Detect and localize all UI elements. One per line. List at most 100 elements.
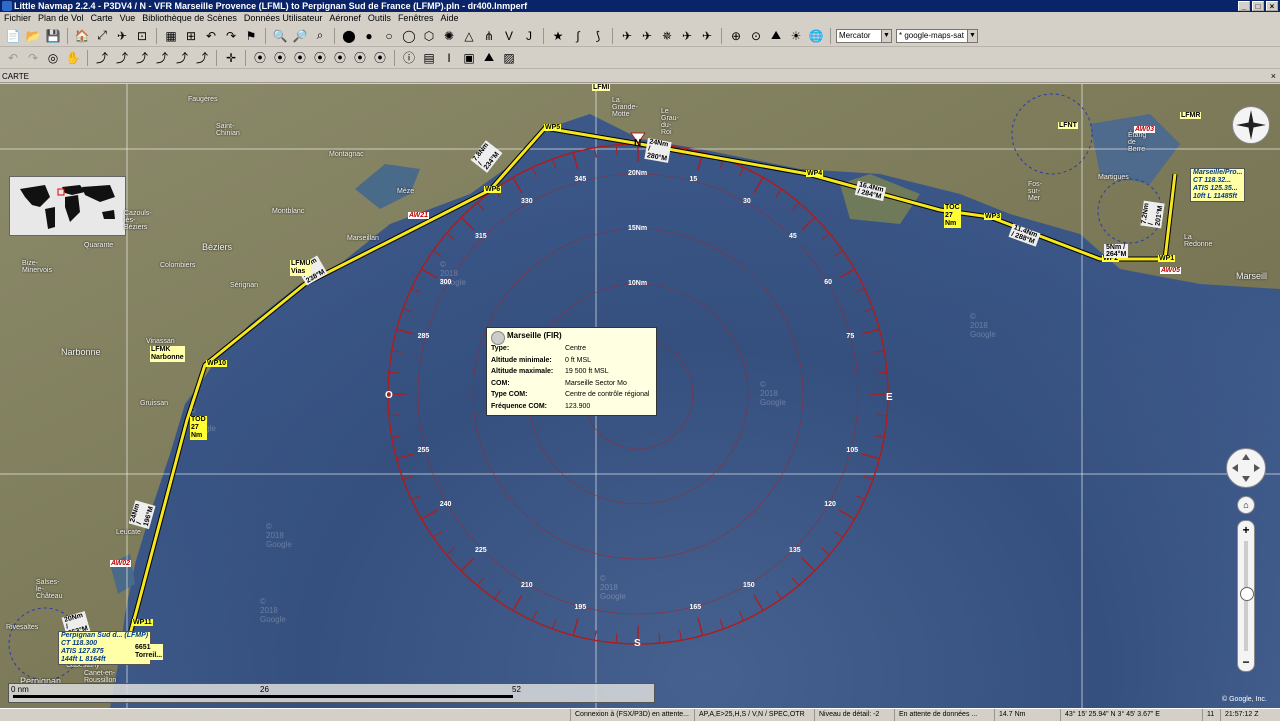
map-compass-icon[interactable] — [1232, 106, 1270, 144]
center-aircraft-icon[interactable]: ✈ — [113, 27, 131, 45]
route-delete-icon[interactable]: ⤴ — [153, 49, 171, 67]
aircraft-icon[interactable]: ✈ — [618, 27, 636, 45]
zoom-knob[interactable] — [1240, 587, 1254, 601]
maximize-button[interactable]: □ — [1252, 1, 1264, 11]
back-icon[interactable]: ↶ — [4, 49, 22, 67]
route-calc-icon[interactable]: ⤴ — [193, 49, 211, 67]
menu-help[interactable]: Aide — [440, 12, 458, 25]
airport-label[interactable]: LFMR — [1180, 112, 1202, 119]
zoom-out-icon[interactable]: − — [1238, 655, 1254, 669]
waypoint-label[interactable]: WP3 — [984, 213, 1002, 220]
search-user-icon[interactable]: ⦿ — [311, 49, 329, 67]
search-nav-icon[interactable]: ⦿ — [271, 49, 289, 67]
projection-select[interactable]: Mercator ▼ — [836, 28, 892, 43]
route-edit-icon[interactable]: ⤴ — [93, 49, 111, 67]
airport-filter-icon[interactable]: ⊞ — [182, 27, 200, 45]
globe-icon[interactable]: 🌐 — [807, 27, 825, 45]
route-insert-icon[interactable]: ⤴ — [133, 49, 151, 67]
search-online-icon[interactable]: ⦿ — [351, 49, 369, 67]
close-icon[interactable]: × — [1271, 70, 1276, 83]
legend-icon[interactable]: ▣ — [460, 49, 478, 67]
menu-map[interactable]: Carte — [91, 12, 113, 25]
home-icon[interactable]: 🏠 — [73, 27, 91, 45]
bookmark-icon[interactable]: ⚑ — [242, 27, 260, 45]
airport-label[interactable]: LFMK Narbonne — [150, 346, 185, 362]
pan-control-icon[interactable] — [1226, 448, 1266, 488]
menu-userdata[interactable]: Données Utilisateur — [244, 12, 323, 25]
mountain-icon[interactable]: ⛰ — [767, 27, 785, 45]
overview-map[interactable] — [9, 176, 126, 236]
airport-icon[interactable]: ⬤ — [340, 27, 358, 45]
track-icon[interactable]: ∫ — [569, 27, 587, 45]
undo-history-icon[interactable]: ↶ — [202, 27, 220, 45]
open-file-icon[interactable]: 📂 — [24, 27, 42, 45]
airport-label[interactable]: LFMI — [592, 84, 611, 91]
doc-icon[interactable]: ▤ — [420, 49, 438, 67]
victor-airway-icon[interactable]: V — [500, 27, 518, 45]
map-theme-select[interactable]: * google-maps-sat ▼ — [896, 28, 978, 43]
text-icon[interactable]: I — [440, 49, 458, 67]
minimize-button[interactable]: _ — [1238, 1, 1250, 11]
menu-flightplan[interactable]: Plan de Vol — [38, 12, 84, 25]
search-dist-icon[interactable]: ⦿ — [371, 49, 389, 67]
ndb-icon[interactable]: ✺ — [440, 27, 458, 45]
waypoint-label[interactable]: WP1 — [1158, 255, 1176, 262]
menu-file[interactable]: Fichier — [4, 12, 31, 25]
search-airport-icon[interactable]: ⦿ — [251, 49, 269, 67]
layer-icon[interactable]: ▦ — [162, 27, 180, 45]
airport-label[interactable]: LFNT — [1058, 122, 1078, 129]
zoom-in-icon[interactable]: + — [1238, 523, 1254, 537]
crosshair-icon[interactable]: ✛ — [222, 49, 240, 67]
route-icon[interactable]: ⊡ — [133, 27, 151, 45]
zoom-slider[interactable]: + − — [1237, 520, 1255, 672]
aircraft-track-icon[interactable]: ✈ — [678, 27, 696, 45]
zoom-in-icon[interactable]: 🔍 — [271, 27, 289, 45]
forward-icon[interactable]: ↷ — [24, 49, 42, 67]
compass-icon[interactable]: ✵ — [658, 27, 676, 45]
circle-icon[interactable]: ◯ — [400, 27, 418, 45]
map-view[interactable]: Faugères Saint-Chinian Montblanc Cazouls… — [0, 84, 1280, 708]
redo-history-icon[interactable]: ↷ — [222, 27, 240, 45]
save-file-icon[interactable]: 💾 — [44, 27, 62, 45]
image-icon[interactable]: ▨ — [500, 49, 518, 67]
airport-label-lfml[interactable]: Marseille/Pro... CT 118.32... ATIS 125.3… — [1190, 168, 1246, 202]
route-add-icon[interactable]: ⤴ — [113, 49, 131, 67]
vor-label[interactable]: 6651 Torreil... — [134, 644, 164, 660]
ils-icon[interactable]: ⋔ — [480, 27, 498, 45]
aircraft-shadow-icon[interactable]: ✈ — [698, 27, 716, 45]
search-log-icon[interactable]: ⦿ — [331, 49, 349, 67]
waypoint-label[interactable]: WP6 — [484, 186, 502, 193]
aircraft-ai-icon[interactable]: ✈ — [638, 27, 656, 45]
profile-icon[interactable]: ⛰ — [480, 49, 498, 67]
airport-label[interactable]: LFMU Vias — [290, 260, 312, 276]
search-proc-icon[interactable]: ⦿ — [291, 49, 309, 67]
waypoint-label[interactable]: WP10 — [206, 360, 228, 367]
route-reverse-icon[interactable]: ⤴ — [173, 49, 191, 67]
waypoint-icon[interactable]: △ — [460, 27, 478, 45]
home-icon[interactable]: ⌂ — [1237, 496, 1255, 514]
star-icon[interactable]: ★ — [549, 27, 567, 45]
sun-shadow-icon[interactable]: ☀ — [787, 27, 805, 45]
waypoint-label[interactable]: WP4 — [806, 170, 824, 177]
vor-icon[interactable]: ⬡ — [420, 27, 438, 45]
menu-view[interactable]: Vue — [120, 12, 136, 25]
fit-route-icon[interactable]: ⤢ — [93, 27, 111, 45]
range-ring-icon[interactable]: ⊙ — [747, 27, 765, 45]
airport-soft-icon[interactable]: ● — [360, 27, 378, 45]
zoom-reset-icon[interactable]: ⌕ — [311, 27, 329, 45]
jet-airway-icon[interactable]: J — [520, 27, 538, 45]
zoom-out-icon[interactable]: 🔎 — [291, 27, 309, 45]
recenter-icon[interactable]: ◎ — [44, 49, 62, 67]
menu-windows[interactable]: Fenêtres — [398, 12, 434, 25]
grid-icon[interactable]: ⊕ — [727, 27, 745, 45]
menu-scenery-library[interactable]: Bibliothèque de Scènes — [142, 12, 237, 25]
waypoint-label[interactable]: WP11 — [132, 619, 153, 626]
info-icon[interactable]: ⓘ — [400, 49, 418, 67]
airport-empty-icon[interactable]: ○ — [380, 27, 398, 45]
waypoint-label[interactable]: WP5 — [544, 124, 562, 131]
menu-aircraft[interactable]: Aéronef — [329, 12, 361, 25]
hand-icon[interactable]: ✋ — [64, 49, 82, 67]
menu-tools[interactable]: Outils — [368, 12, 391, 25]
new-file-icon[interactable]: 📄 — [4, 27, 22, 45]
close-button[interactable]: × — [1266, 1, 1278, 11]
